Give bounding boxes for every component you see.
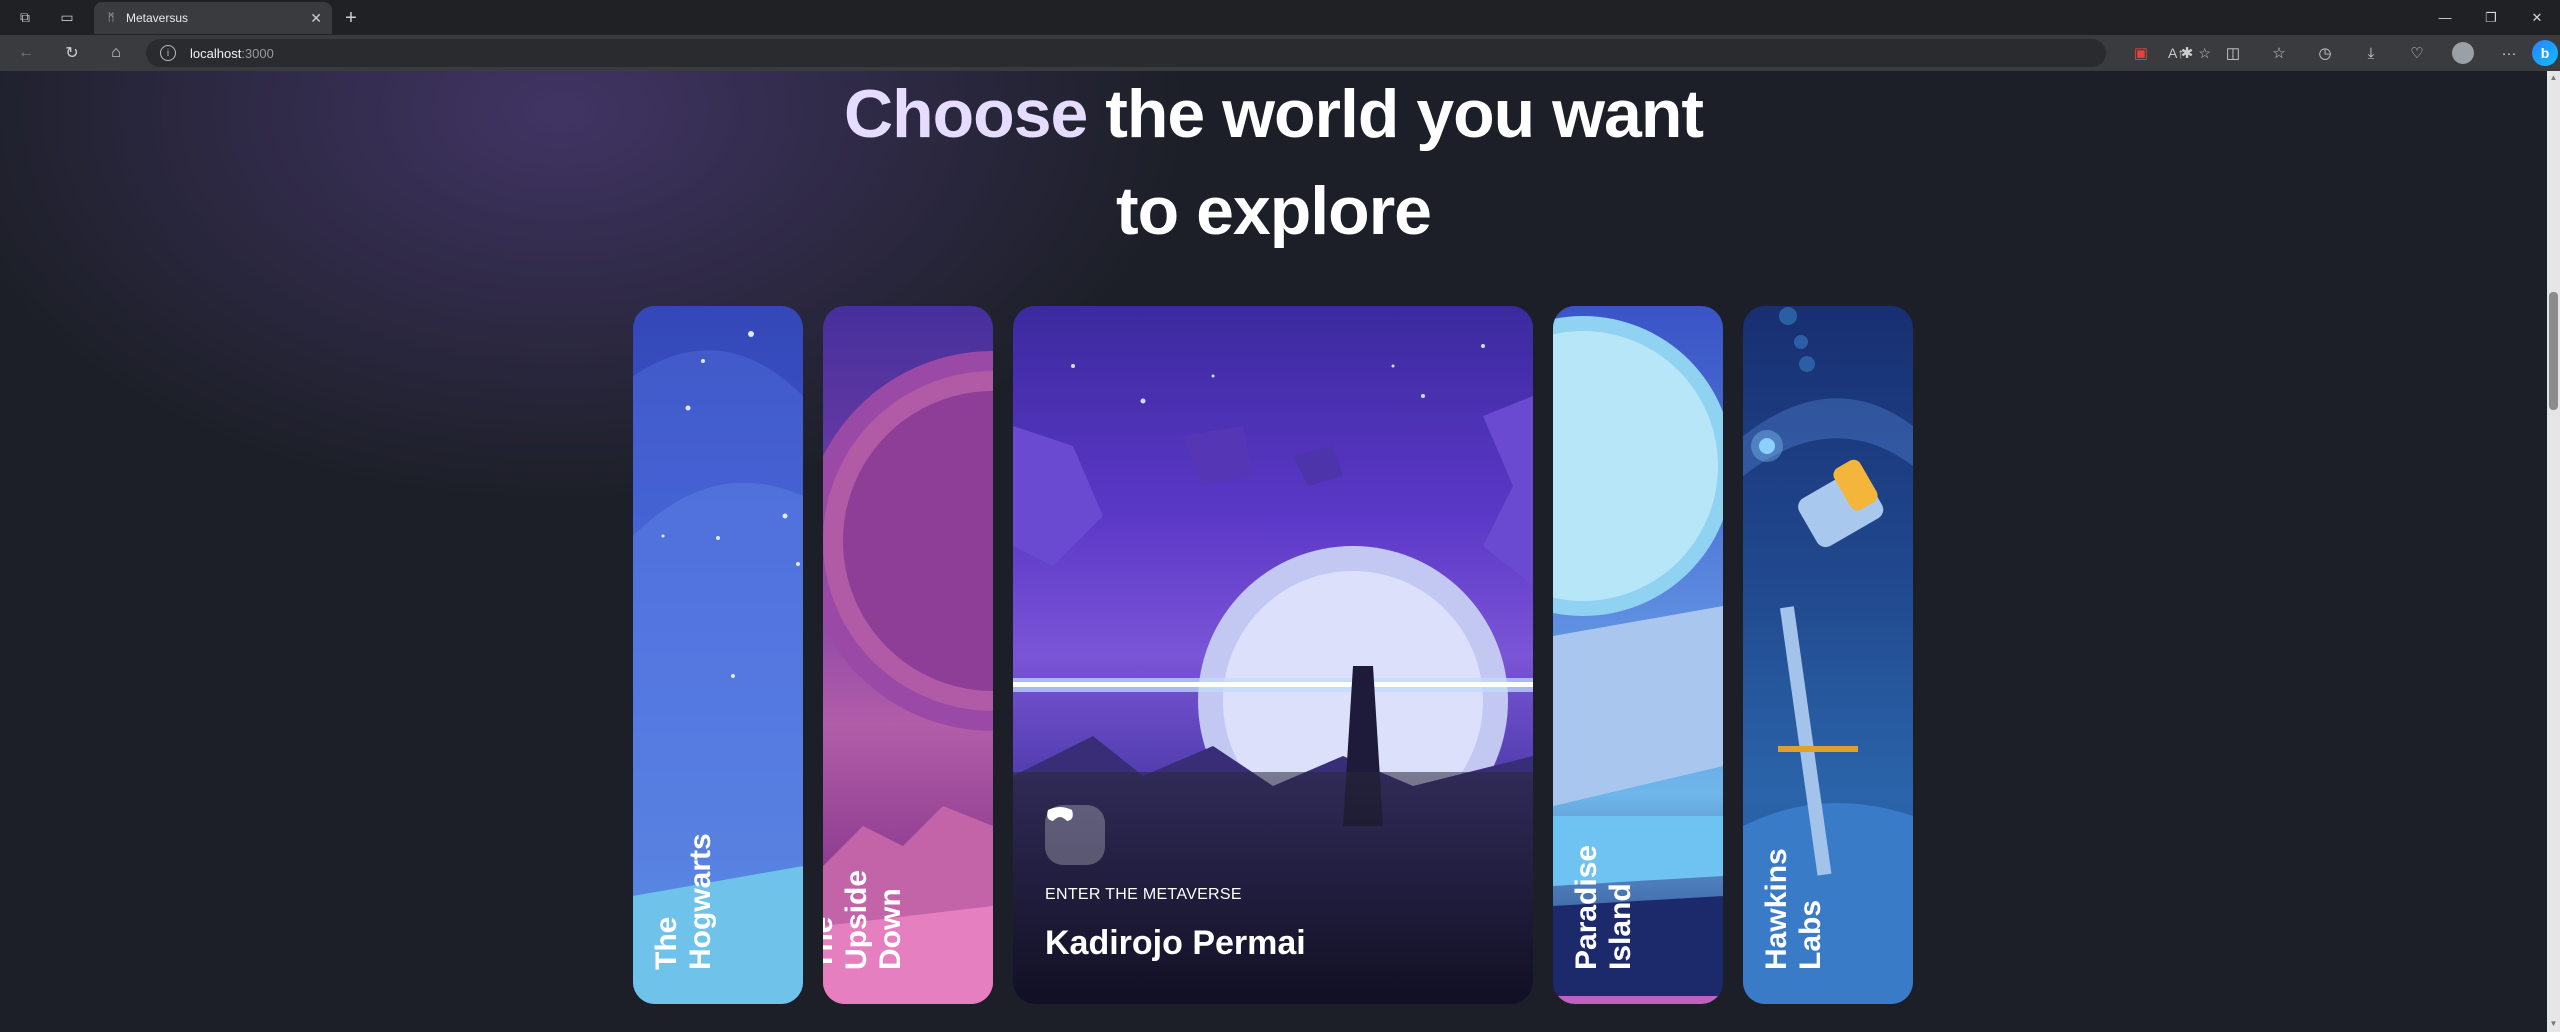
active-world-panel: ENTER THE METAVERSE Kadirojo Permai: [1013, 772, 1533, 1004]
world-card-upside-down[interactable]: The Upside Down: [823, 306, 993, 1004]
downloads-icon[interactable]: ⤓: [2348, 35, 2394, 71]
world-card-kadirojo-permai[interactable]: ENTER THE METAVERSE Kadirojo Permai: [1013, 306, 1533, 1004]
home-icon[interactable]: ⌂: [98, 35, 134, 71]
scroll-up-arrow-icon[interactable]: ▲: [2549, 74, 2558, 82]
restore-icon[interactable]: ❐: [2468, 0, 2514, 35]
close-window-icon[interactable]: ✕: [2514, 0, 2560, 35]
workspaces-icon[interactable]: ⧉: [8, 0, 42, 34]
page-viewport: Choose the world you want to explore The…: [0, 71, 2547, 1032]
more-menu-icon[interactable]: ···: [2486, 35, 2532, 71]
copilot-icon[interactable]: b: [2532, 40, 2558, 66]
close-tab-icon[interactable]: ✕: [310, 10, 322, 27]
extension-icon[interactable]: ▣: [2118, 35, 2164, 71]
extensions-puzzle-icon[interactable]: ✱: [2164, 35, 2210, 71]
headline-accent: Choose: [843, 76, 1088, 152]
headline-rest: the world you want: [1087, 76, 1704, 152]
url-port: :3000: [241, 45, 274, 61]
window-controls: — ❐ ✕: [2422, 0, 2560, 35]
reload-icon[interactable]: ↻: [54, 35, 90, 71]
world-card-paradise-island[interactable]: Paradise Island: [1553, 306, 1723, 1004]
site-info-icon[interactable]: i: [160, 45, 176, 61]
new-tab-button[interactable]: +: [336, 3, 366, 33]
back-arrow-icon[interactable]: ←: [8, 35, 44, 71]
profile-avatar[interactable]: [2452, 42, 2474, 64]
url-host: localhost: [190, 45, 242, 61]
world-label: Paradise Island: [1570, 844, 1637, 970]
favorites-icon[interactable]: ☆: [2256, 35, 2302, 71]
world-card-hogwarts[interactable]: The Hogwarts: [633, 306, 803, 1004]
world-label: Hawkins Labs: [1760, 848, 1827, 970]
headline-line-1: Choose the world you want: [0, 75, 2547, 153]
scrollbar-thumb[interactable]: [2549, 292, 2558, 410]
scroll-down-arrow-icon[interactable]: ▼: [2549, 1020, 2558, 1028]
tab-metaversus[interactable]: ᛗ Metaversus ✕: [94, 2, 332, 34]
site-favicon-icon: ᛗ: [107, 12, 115, 24]
toolbar-icons: ▣ ✱ ◫ ☆ ◷ ⤓ ♡ ··· b: [2118, 35, 2558, 71]
vr-headset-icon: [1045, 805, 1105, 865]
headline-line-2: to explore: [1116, 173, 1432, 249]
tab-title: Metaversus: [126, 11, 189, 25]
minimize-icon[interactable]: —: [2422, 0, 2468, 35]
history-icon[interactable]: ◷: [2302, 35, 2348, 71]
world-card-hawkins-labs[interactable]: Hawkins Labs: [1743, 306, 1913, 1004]
world-label: The Hogwarts: [650, 833, 717, 970]
page-scrollbar[interactable]: [2547, 71, 2560, 1032]
active-world-title: Kadirojo Permai: [1045, 924, 1306, 962]
address-bar[interactable]: i localhost:3000 A↑ ☆: [146, 39, 2211, 67]
split-screen-icon[interactable]: ◫: [2210, 35, 2256, 71]
tab-actions-icon[interactable]: ▭: [50, 0, 84, 34]
performance-icon[interactable]: ♡: [2394, 35, 2440, 71]
browser-toolbar: ← ↻ ⌂ i localhost:3000 A↑ ☆ ▣ ✱ ◫ ☆ ◷ ⤓ …: [0, 35, 2560, 71]
enter-metaverse-label: ENTER THE METAVERSE: [1045, 886, 1242, 903]
browser-tabbar: ⧉ ▭ ᛗ Metaversus ✕ + — ❐ ✕: [0, 0, 2560, 35]
world-label: The Upside Down: [823, 869, 907, 970]
